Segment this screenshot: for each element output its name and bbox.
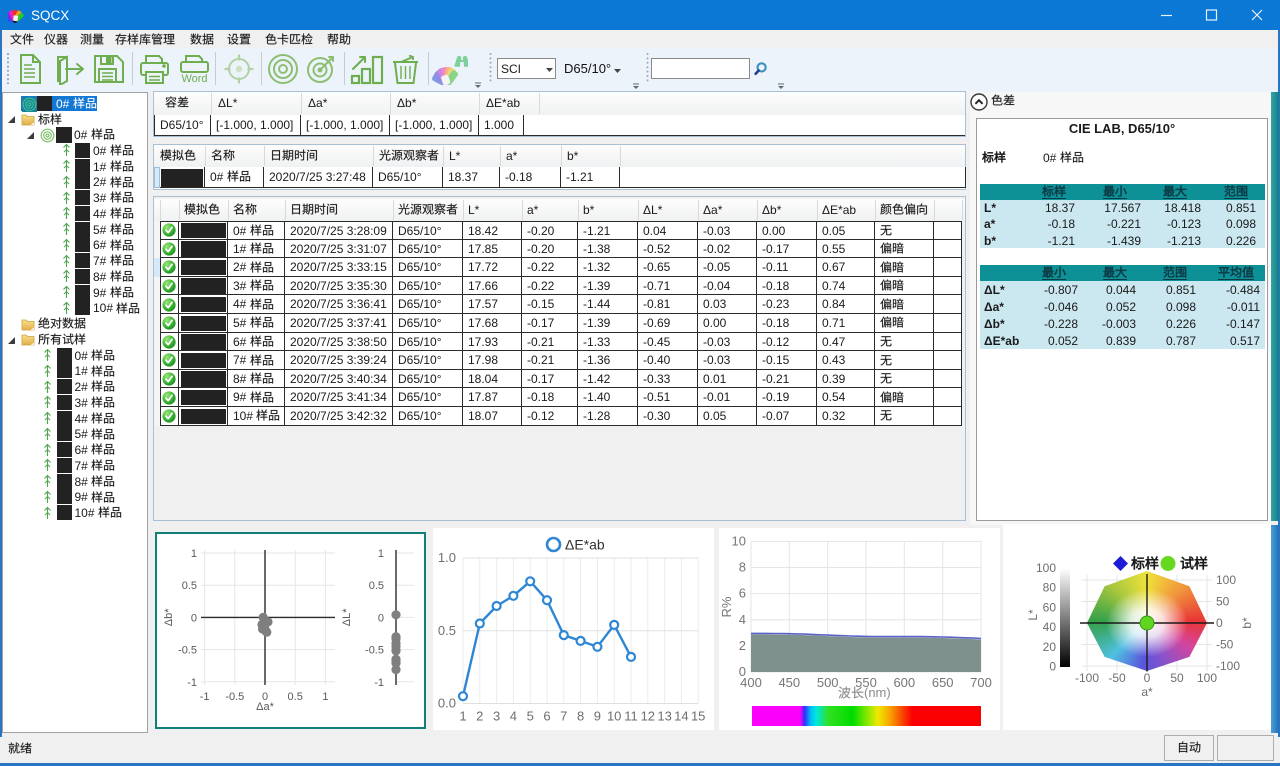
svg-text:1.0: 1.0 (438, 550, 456, 565)
svg-text:10: 10 (732, 533, 746, 548)
svg-text:6: 6 (739, 586, 746, 601)
svg-text:Δb*: Δb* (163, 608, 175, 626)
svg-text:80: 80 (1043, 581, 1057, 595)
svg-text:0.5: 0.5 (438, 623, 456, 638)
svg-text:5: 5 (527, 709, 534, 724)
svg-text:ΔL*: ΔL* (341, 608, 353, 626)
svg-text:-0.5: -0.5 (178, 645, 197, 657)
svg-text:-1: -1 (374, 677, 384, 689)
svg-text:12: 12 (641, 709, 655, 724)
svg-text:20: 20 (1043, 640, 1057, 654)
svg-text:40: 40 (1043, 620, 1057, 634)
svg-text:0.5: 0.5 (288, 691, 303, 703)
svg-text:4: 4 (739, 612, 746, 627)
svg-text:50: 50 (1170, 671, 1184, 685)
svg-text:60: 60 (1043, 600, 1057, 614)
svg-text:0: 0 (1049, 660, 1056, 674)
svg-text:R%: R% (719, 596, 734, 617)
svg-text:4: 4 (510, 709, 517, 724)
svg-text:0.0: 0.0 (438, 696, 456, 711)
svg-text:11: 11 (624, 709, 638, 724)
svg-text:10: 10 (607, 709, 621, 724)
svg-text:100: 100 (1197, 671, 1217, 685)
svg-text:15: 15 (691, 709, 705, 724)
svg-text:0: 0 (1216, 616, 1223, 630)
svg-text:7: 7 (560, 709, 567, 724)
svg-text:ΔE*ab: ΔE*ab (565, 537, 605, 553)
svg-text:0: 0 (1144, 671, 1151, 685)
svg-text:100: 100 (1216, 573, 1236, 587)
svg-text:0.5: 0.5 (369, 580, 384, 592)
svg-text:0: 0 (378, 612, 384, 624)
svg-text:100: 100 (1036, 561, 1056, 575)
svg-text:-1: -1 (200, 691, 210, 703)
svg-text:600: 600 (893, 675, 915, 690)
svg-text:50: 50 (1216, 595, 1230, 609)
svg-text:1: 1 (459, 709, 466, 724)
svg-text:-0.5: -0.5 (365, 645, 384, 657)
svg-text:1: 1 (191, 548, 197, 560)
svg-text:1: 1 (322, 691, 328, 703)
svg-text:Word: Word (181, 73, 207, 85)
svg-text:8: 8 (577, 709, 584, 724)
svg-text:0: 0 (191, 612, 197, 624)
svg-text:6: 6 (543, 709, 550, 724)
svg-text:a*: a* (1141, 685, 1153, 699)
svg-text:400: 400 (740, 675, 762, 690)
svg-text:14: 14 (674, 709, 688, 724)
svg-text:0.5: 0.5 (182, 580, 197, 592)
svg-text:2: 2 (476, 709, 483, 724)
svg-text:1: 1 (378, 548, 384, 560)
svg-text:700: 700 (970, 675, 992, 690)
svg-text:-50: -50 (1108, 671, 1126, 685)
svg-text:b*: b* (1240, 617, 1254, 629)
svg-text:-50: -50 (1216, 638, 1234, 652)
svg-text:-100: -100 (1075, 671, 1099, 685)
svg-text:450: 450 (778, 675, 800, 690)
svg-text:9: 9 (594, 709, 601, 724)
svg-text:8: 8 (739, 560, 746, 575)
svg-text:13: 13 (657, 709, 671, 724)
svg-text:-100: -100 (1216, 659, 1240, 673)
svg-text:650: 650 (932, 675, 954, 690)
svg-text:3: 3 (493, 709, 500, 724)
svg-text:500: 500 (817, 675, 839, 690)
svg-text:-1: -1 (187, 677, 197, 689)
svg-text:2: 2 (739, 638, 746, 653)
svg-text:Δa*: Δa* (256, 701, 274, 713)
svg-text:-0.5: -0.5 (225, 691, 244, 703)
svg-text:L*: L* (1026, 609, 1040, 621)
